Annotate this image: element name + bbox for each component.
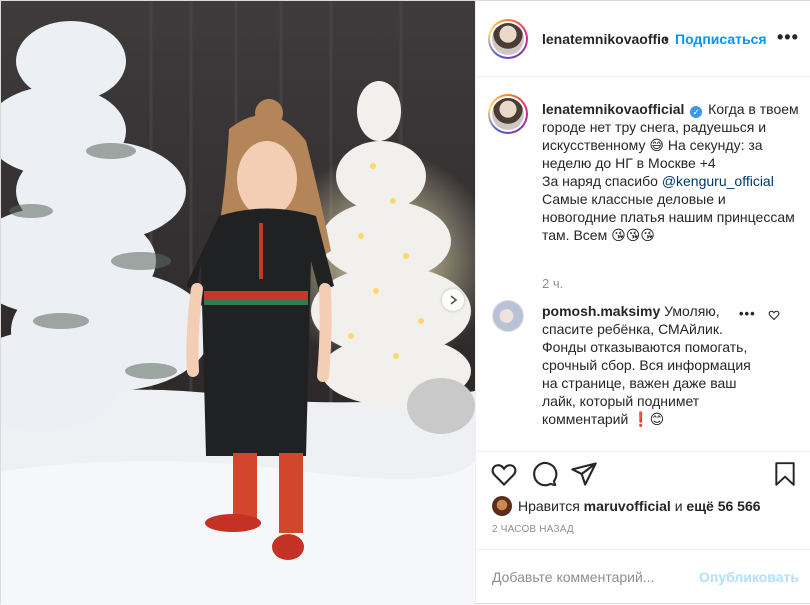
- comment: pomosh.maksimy Умоляю, спасите ребёнка, …: [542, 302, 768, 428]
- liker-avatar[interactable]: [492, 496, 512, 516]
- post-actions: Нравится maruvofficial и ещё 56 566 2 ча…: [476, 451, 810, 561]
- caption-mention-link[interactable]: @kenguru_official: [662, 173, 774, 189]
- comment-input[interactable]: [492, 567, 682, 587]
- post-caption: lenatemnikovaofficial ✓ Когда в твоем го…: [542, 100, 800, 244]
- post-header: lenatemnikovaoffic • Подписаться •••: [476, 1, 810, 77]
- caption-author-avatar[interactable]: [488, 94, 528, 134]
- likes-summary: Нравится maruvofficial и ещё 56 566: [518, 498, 761, 514]
- commenter-avatar[interactable]: [492, 300, 524, 332]
- likes-middle: и: [670, 498, 687, 514]
- add-comment-bar: Опубликовать: [476, 549, 810, 603]
- comment-like-heart-icon[interactable]: [768, 309, 780, 321]
- liker-username[interactable]: maruvofficial: [584, 498, 671, 514]
- share-icon[interactable]: [570, 460, 598, 488]
- caption-text-2: За наряд спасибо: [542, 173, 662, 189]
- verified-badge-icon: ✓: [690, 106, 703, 118]
- post-photo[interactable]: [1, 1, 475, 605]
- more-options-button[interactable]: •••: [777, 27, 799, 48]
- caption-username[interactable]: lenatemnikovaofficial: [542, 101, 684, 117]
- next-slide-button[interactable]: [442, 289, 464, 311]
- instagram-post: lenatemnikovaoffic • Подписаться ••• len…: [0, 0, 810, 605]
- comment-more-options-button[interactable]: •••: [739, 306, 756, 321]
- post-timestamp[interactable]: 2 часов назад: [492, 524, 574, 535]
- comments-list[interactable]: lenatemnikovaofficial ✓ Когда в твоем го…: [476, 78, 810, 451]
- author-avatar[interactable]: [488, 19, 528, 59]
- comment-body: Умоляю, спасите ребёнка, СМАйлик. Фонды …: [542, 303, 751, 427]
- post-image: [1, 1, 475, 605]
- likes-count[interactable]: ещё 56 566: [686, 498, 760, 514]
- comment-icon[interactable]: [530, 460, 558, 488]
- heart-icon[interactable]: [490, 460, 518, 488]
- publish-button[interactable]: Опубликовать: [699, 569, 799, 585]
- chevron-right-icon: [450, 295, 458, 305]
- author-username[interactable]: lenatemnikovaoffic: [542, 31, 669, 47]
- follow-button[interactable]: Подписаться: [675, 31, 767, 47]
- likes-prefix: Нравится: [518, 498, 584, 514]
- header-separator: •: [664, 31, 669, 47]
- commenter-username[interactable]: pomosh.maksimy: [542, 303, 660, 319]
- post-side-panel: lenatemnikovaoffic • Подписаться ••• len…: [475, 1, 810, 603]
- caption-time[interactable]: 2 ч.: [542, 276, 563, 291]
- bookmark-icon[interactable]: [772, 460, 798, 488]
- caption-text-3: Самые классные деловые и новогодние плат…: [542, 191, 795, 243]
